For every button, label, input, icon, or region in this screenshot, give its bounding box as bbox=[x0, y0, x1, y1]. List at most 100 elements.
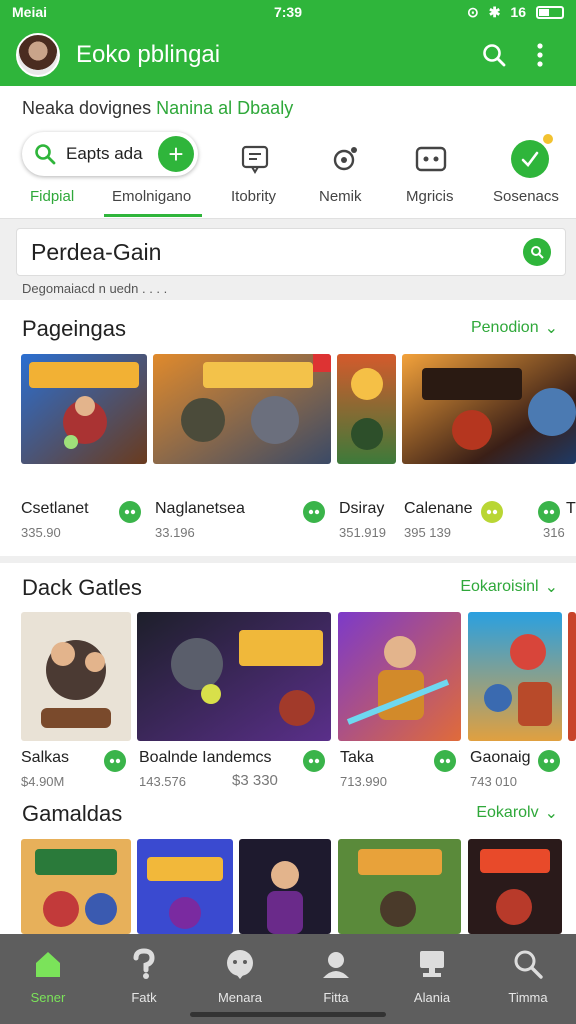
game-tile[interactable] bbox=[568, 612, 576, 741]
section-card: Dack Gatles Eokaroisinl ⌄ Salkas $4.90M … bbox=[0, 563, 576, 934]
game-tile[interactable] bbox=[21, 354, 147, 464]
game-tile[interactable] bbox=[468, 612, 562, 741]
section-title: Gamaldas bbox=[22, 801, 123, 826]
gamepad-icon bbox=[486, 509, 498, 515]
nav-label: Sener bbox=[30, 990, 66, 1005]
item-name: Calenane bbox=[404, 500, 473, 517]
tab-2[interactable]: Itobrity bbox=[231, 188, 276, 205]
section-link-label: Penodion bbox=[470, 319, 539, 336]
tab-4[interactable]: Mgricis bbox=[406, 188, 454, 205]
gamepad-icon bbox=[308, 509, 320, 515]
avatar[interactable] bbox=[16, 33, 60, 77]
game-art-image bbox=[468, 612, 562, 741]
item-price: 143.576 bbox=[139, 774, 186, 789]
settings-badge-icon[interactable] bbox=[511, 132, 555, 178]
add-game-button[interactable] bbox=[538, 501, 560, 523]
nav-search[interactable]: Timma bbox=[480, 934, 576, 1024]
add-game-button[interactable] bbox=[104, 750, 126, 772]
gamepad-icon bbox=[308, 758, 320, 764]
add-game-button[interactable] bbox=[434, 750, 456, 772]
gamepad-icon bbox=[543, 509, 555, 515]
item-price: 335.90 bbox=[21, 525, 61, 540]
tab-1[interactable]: Emolnigano bbox=[112, 188, 191, 205]
home-indicator bbox=[190, 1012, 386, 1017]
nav-chat[interactable]: Menara bbox=[192, 934, 288, 1024]
tab-0[interactable]: Fidpial bbox=[30, 188, 74, 205]
game-tile[interactable] bbox=[239, 839, 331, 934]
nav-computer[interactable]: Alania bbox=[384, 934, 480, 1024]
game-art-image bbox=[153, 354, 331, 464]
item-price: 743 010 bbox=[470, 774, 517, 789]
add-game-button[interactable] bbox=[481, 501, 503, 523]
tab-5[interactable]: Sosenacs bbox=[493, 188, 559, 205]
add-game-button[interactable] bbox=[119, 501, 141, 523]
status-indicators: ⊙ ✱ 16 bbox=[467, 4, 564, 21]
status-bar: Meiai 7:39 ⊙ ✱ 16 bbox=[0, 0, 576, 24]
add-button[interactable]: + bbox=[158, 136, 194, 172]
item-price: 351.919 bbox=[339, 525, 386, 540]
item-price: $4.90M bbox=[21, 774, 65, 789]
search-submit-button[interactable] bbox=[523, 238, 551, 266]
nav-user[interactable]: Fitta bbox=[288, 934, 384, 1024]
search-input[interactable] bbox=[31, 238, 523, 266]
app-bar: Eoko pblingai bbox=[0, 24, 576, 86]
nav-label: Fitta bbox=[323, 990, 349, 1005]
user-icon bbox=[318, 946, 354, 982]
nav-help[interactable]: Fatk bbox=[96, 934, 192, 1024]
more-vert-icon bbox=[537, 43, 543, 67]
category-chip[interactable]: Eapts ada + bbox=[22, 132, 198, 176]
game-tile[interactable] bbox=[338, 612, 461, 741]
item-price: 395 139 bbox=[404, 525, 451, 540]
nav-label: Alania bbox=[413, 990, 451, 1005]
game-art-image bbox=[468, 839, 562, 934]
game-tile[interactable] bbox=[137, 612, 331, 741]
add-game-button[interactable] bbox=[303, 501, 325, 523]
game-tile[interactable] bbox=[337, 354, 396, 464]
carrier-label: Meiai bbox=[12, 4, 48, 20]
game-tile[interactable] bbox=[137, 839, 233, 934]
nav-label: Fatk bbox=[131, 990, 157, 1005]
game-tile[interactable] bbox=[338, 839, 461, 934]
game-art-image bbox=[21, 354, 147, 464]
bluetooth-icon: ✱ bbox=[488, 3, 501, 20]
subtitle-accent: Nanina al Dbaaly bbox=[156, 98, 294, 118]
game-tile[interactable] bbox=[402, 354, 576, 464]
item-name: Boalnde Iandemcs bbox=[139, 749, 272, 766]
tab-3[interactable]: Nemik bbox=[319, 188, 362, 205]
add-game-button[interactable] bbox=[538, 750, 560, 772]
more-options-button[interactable] bbox=[520, 35, 560, 75]
item-name: Csetlanet bbox=[21, 500, 89, 517]
item-name: Naglanetsea bbox=[155, 500, 245, 517]
section-link[interactable]: Penodion ⌄ bbox=[471, 318, 558, 338]
item-name: Gaonaig bbox=[470, 749, 531, 766]
nav-label: Timma bbox=[508, 990, 548, 1005]
signal-label: 16 bbox=[510, 4, 526, 20]
app-title: Eoko pblingai bbox=[76, 41, 221, 68]
subtitle-main: Neaka dovignes bbox=[22, 98, 152, 118]
section-link[interactable]: Eokaroisinl ⌄ bbox=[460, 577, 558, 597]
game-art-image bbox=[21, 612, 131, 741]
game-tile[interactable] bbox=[468, 839, 562, 934]
search-icon bbox=[531, 246, 544, 259]
game-tile[interactable] bbox=[153, 354, 331, 464]
section-link[interactable]: Eokarolv ⌄ bbox=[476, 803, 558, 823]
game-art-image bbox=[402, 354, 576, 464]
add-game-button[interactable] bbox=[303, 750, 325, 772]
chevron-down-icon: ⌄ bbox=[544, 579, 558, 596]
search-button[interactable] bbox=[474, 35, 514, 75]
game-icon[interactable] bbox=[414, 142, 448, 176]
settings-icon[interactable] bbox=[328, 142, 362, 176]
nav-home[interactable]: Sener bbox=[0, 934, 96, 1024]
gamepad-icon bbox=[124, 509, 136, 515]
message-icon[interactable] bbox=[238, 142, 272, 176]
section-title: Dack Gatles bbox=[22, 575, 142, 600]
item-price: 713.990 bbox=[340, 774, 387, 789]
nav-label: Menara bbox=[217, 990, 263, 1005]
search-bar[interactable] bbox=[16, 228, 566, 276]
game-art-image bbox=[137, 839, 233, 934]
gamepad-icon bbox=[543, 758, 555, 764]
game-art-image bbox=[21, 839, 131, 934]
game-tile[interactable] bbox=[21, 612, 131, 741]
item-name: T bbox=[566, 500, 576, 517]
game-tile[interactable] bbox=[21, 839, 131, 934]
